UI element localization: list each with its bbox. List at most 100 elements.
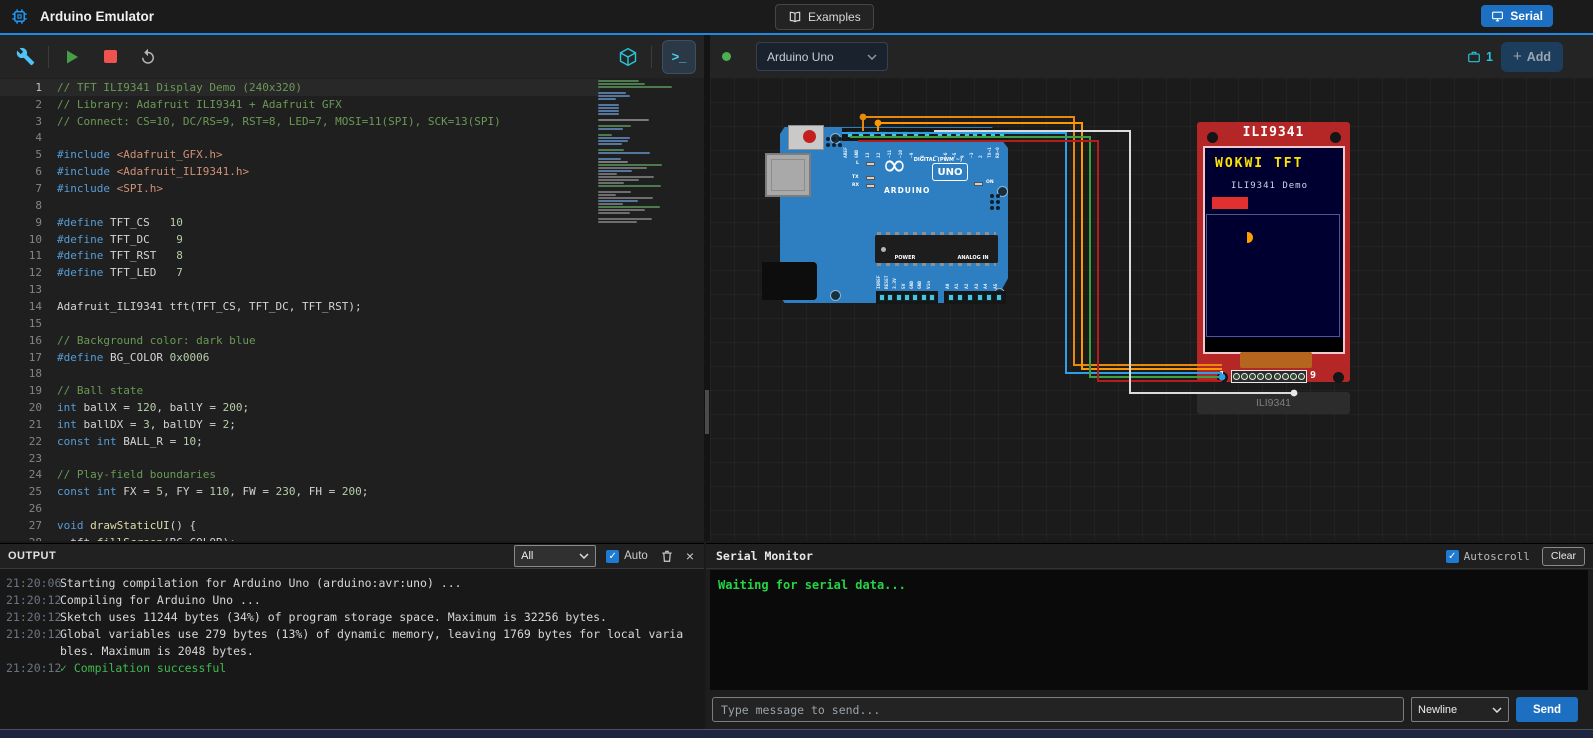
code-line[interactable]: 8 xyxy=(0,197,600,214)
pin[interactable] xyxy=(964,131,970,138)
tft-pin[interactable] xyxy=(1282,373,1289,380)
view-3d-button[interactable] xyxy=(615,44,641,70)
code-line[interactable]: 19// Ball state xyxy=(0,382,600,399)
reset-button[interactable] xyxy=(788,125,824,150)
tft-pin[interactable] xyxy=(1298,373,1305,380)
trash-icon[interactable] xyxy=(660,549,674,563)
pin[interactable] xyxy=(869,131,875,138)
pin[interactable] xyxy=(924,131,930,138)
analog-pin-header[interactable] xyxy=(944,291,1006,304)
arduino-uno-board[interactable]: AREFGND1312~11~10~98 7~6~54~32TX→1RX←0 D… xyxy=(780,127,1008,303)
pin[interactable] xyxy=(990,131,996,138)
code-line[interactable]: 5#include <Adafruit_GFX.h> xyxy=(0,146,600,163)
code-line[interactable]: 28 tft.fillScreen(BG_COLOR); xyxy=(0,534,600,541)
pin[interactable] xyxy=(921,294,927,301)
pin[interactable] xyxy=(880,131,886,138)
code-line[interactable]: 4 xyxy=(0,130,600,147)
pin[interactable] xyxy=(946,131,952,138)
add-part-button[interactable]: + Add xyxy=(1501,42,1563,72)
line-ending-select[interactable]: Newline xyxy=(1411,697,1509,722)
code-line[interactable]: 11#define TFT_RST 8 xyxy=(0,248,600,265)
tft-pin[interactable] xyxy=(1249,373,1256,380)
code-line[interactable]: 13 xyxy=(0,281,600,298)
pin[interactable] xyxy=(902,131,908,138)
code-line[interactable]: 23 xyxy=(0,450,600,467)
restart-button[interactable] xyxy=(135,44,161,70)
pin[interactable] xyxy=(957,294,963,301)
pin[interactable] xyxy=(999,131,1005,138)
editor-scrollbar[interactable] xyxy=(705,390,709,434)
pin-label: IOREF xyxy=(878,263,883,289)
pin[interactable] xyxy=(847,131,853,138)
tft-pin[interactable] xyxy=(1233,373,1240,380)
code-line[interactable]: 1// TFT ILI9341 Display Demo (240x320) xyxy=(0,79,600,96)
code-line[interactable]: 10#define TFT_DC 9 xyxy=(0,231,600,248)
diagram-canvas[interactable]: AREFGND1312~11~10~98 7~6~54~32TX→1RX←0 D… xyxy=(710,78,1593,541)
pin[interactable] xyxy=(955,131,961,138)
pin[interactable] xyxy=(912,294,918,301)
tft-pin[interactable] xyxy=(1241,373,1248,380)
pin[interactable] xyxy=(896,294,902,301)
tft-pin-strip[interactable] xyxy=(1231,370,1307,383)
code-line[interactable]: 22const int BALL_R = 10; xyxy=(0,433,600,450)
wire-endpoint[interactable] xyxy=(860,114,867,121)
minimap[interactable] xyxy=(598,80,692,535)
pin[interactable] xyxy=(879,294,885,301)
close-icon[interactable]: × xyxy=(686,548,694,564)
output-filter-select[interactable]: All xyxy=(514,545,596,567)
tft-pin[interactable] xyxy=(1257,373,1264,380)
code-line[interactable]: 25const int FX = 5, FY = 110, FW = 230, … xyxy=(0,483,600,500)
wire-endpoint[interactable] xyxy=(875,120,882,127)
code-line[interactable]: 9#define TFT_CS 10 xyxy=(0,214,600,231)
pin[interactable] xyxy=(904,294,910,301)
code-line[interactable]: 27void drawStaticUI() { xyxy=(0,517,600,534)
code-line[interactable]: 12#define TFT_LED 7 xyxy=(0,264,600,281)
code-line[interactable]: 2// Library: Adafruit ILI9341 + Adafruit… xyxy=(0,96,600,113)
pin[interactable] xyxy=(977,294,983,301)
code-line[interactable]: 21int ballDX = 3, ballDY = 2; xyxy=(0,416,600,433)
clear-button[interactable]: Clear xyxy=(1542,547,1585,566)
pin[interactable] xyxy=(858,131,864,138)
pin[interactable] xyxy=(929,294,935,301)
code-line[interactable]: 16// Background color: dark blue xyxy=(0,332,600,349)
stop-button[interactable] xyxy=(97,44,123,70)
code-line[interactable]: 18 xyxy=(0,365,600,382)
serial-button[interactable]: Serial xyxy=(1481,5,1553,27)
code-line[interactable]: 14Adafruit_ILI9341 tft(TFT_CS, TFT_DC, T… xyxy=(0,298,600,315)
code-line[interactable]: 24// Play-field boundaries xyxy=(0,467,600,484)
digital-pin-header-a[interactable] xyxy=(842,128,934,141)
serial-message-input[interactable] xyxy=(712,697,1404,722)
code-editor[interactable]: 1// TFT ILI9341 Display Demo (240x320)2/… xyxy=(0,78,704,541)
pin[interactable] xyxy=(981,131,987,138)
examples-button[interactable]: Examples xyxy=(775,4,874,30)
pin[interactable] xyxy=(948,294,954,301)
power-pin-header[interactable] xyxy=(876,291,938,304)
tft-pin[interactable] xyxy=(1290,373,1297,380)
pin[interactable] xyxy=(937,131,943,138)
pin[interactable] xyxy=(986,294,992,301)
code-line[interactable]: 20int ballX = 120, ballY = 200; xyxy=(0,399,600,416)
pin[interactable] xyxy=(996,294,1002,301)
code-line[interactable]: 17#define BG_COLOR 0x0006 xyxy=(0,349,600,366)
terminal-toggle-button[interactable]: >_ xyxy=(662,40,696,74)
wrench-icon[interactable] xyxy=(12,44,38,70)
pin[interactable] xyxy=(913,131,919,138)
ili9341-tft-display[interactable]: ILI9341 WOKWI TFT ILI9341 Demo xyxy=(1197,122,1350,382)
autoscroll-checkbox[interactable]: ✓ xyxy=(1446,550,1459,563)
auto-checkbox[interactable]: ✓ xyxy=(606,550,619,563)
board-select[interactable]: Arduino Uno xyxy=(756,42,888,71)
tft-pin[interactable] xyxy=(1265,373,1272,380)
code-line[interactable]: 3// Connect: CS=10, DC/RS=9, RST=8, LED=… xyxy=(0,113,600,130)
run-button[interactable] xyxy=(59,44,85,70)
digital-pin-header-b[interactable] xyxy=(934,128,1008,141)
pin[interactable] xyxy=(972,131,978,138)
code-line[interactable]: 7#include <SPI.h> xyxy=(0,180,600,197)
code-line[interactable]: 6#include <Adafruit_ILI9341.h> xyxy=(0,163,600,180)
pin[interactable] xyxy=(967,294,973,301)
code-line[interactable]: 15 xyxy=(0,315,600,332)
code-line[interactable]: 26 xyxy=(0,500,600,517)
pin[interactable] xyxy=(891,131,897,138)
pin[interactable] xyxy=(887,294,893,301)
tft-pin[interactable] xyxy=(1274,373,1281,380)
send-button[interactable]: Send xyxy=(1516,697,1578,722)
